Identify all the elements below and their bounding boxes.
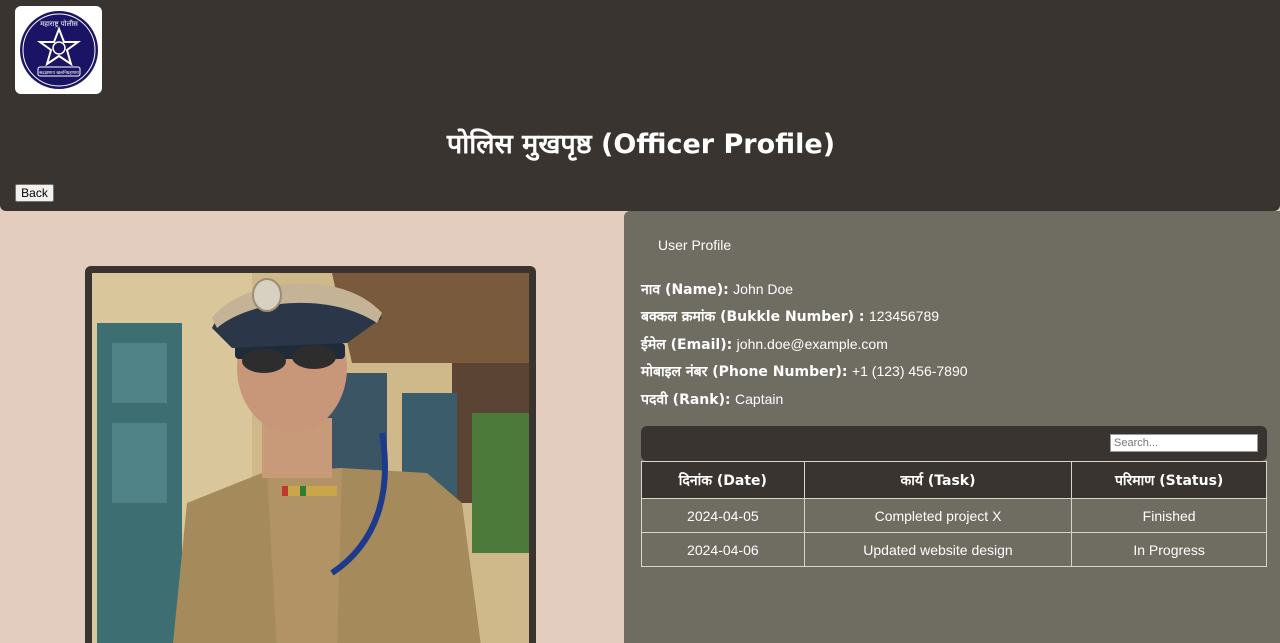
task-table: दिनांक (Date) कार्य (Task) परिमाण (Statu… xyxy=(641,461,1267,567)
name-value: John Doe xyxy=(733,281,794,297)
task-status-cell: In Progress xyxy=(1071,532,1267,567)
profile-panel: User Profile नाव (Name): John Doe बक्कल … xyxy=(624,211,1280,643)
name-row: नाव (Name): John Doe xyxy=(641,280,793,299)
rank-label: पदवी (Rank): xyxy=(641,392,731,408)
table-header-row: दिनांक (Date) कार्य (Task) परिमाण (Statu… xyxy=(641,461,1267,499)
column-header-task[interactable]: कार्य (Task) xyxy=(803,461,1073,499)
task-date-cell: 2024-04-05 xyxy=(641,498,805,533)
police-emblem-icon: महाराष्ट्र पोलीस सद्रक्षणाय खलनिग्रहणाय xyxy=(19,11,98,89)
email-label: ईमेल (Email): xyxy=(641,337,733,353)
back-button[interactable]: Back xyxy=(15,184,54,202)
buckle-number-label: बक्कल क्रमांक (Bukkle Number) : xyxy=(641,309,865,325)
officer-photo xyxy=(92,273,529,643)
rank-value: Captain xyxy=(735,391,784,407)
email-row: ईमेल (Email): john.doe@example.com xyxy=(641,335,888,354)
top-header: महाराष्ट्र पोलीस सद्रक्षणाय खलनिग्रहणाय … xyxy=(0,0,1280,211)
table-row: 2024-04-06 Updated website design In Pro… xyxy=(641,532,1267,567)
task-status-cell: Finished xyxy=(1071,498,1267,533)
table-row: 2024-04-05 Completed project X Finished xyxy=(641,498,1267,533)
rank-row: पदवी (Rank): Captain xyxy=(641,390,783,409)
table-search-bar xyxy=(641,426,1267,461)
svg-text:महाराष्ट्र पोलीस: महाराष्ट्र पोलीस xyxy=(40,19,78,28)
profile-heading: User Profile xyxy=(658,237,732,253)
police-logo: महाराष्ट्र पोलीस सद्रक्षणाय खलनिग्रहणाय xyxy=(15,6,102,94)
officer-photo-frame xyxy=(85,266,536,643)
phone-row: मोबाइल नंबर (Phone Number): +1 (123) 456… xyxy=(641,362,968,381)
buckle-number-row: बक्कल क्रमांक (Bukkle Number) : 12345678… xyxy=(641,307,939,326)
buckle-number-value: 123456789 xyxy=(868,308,940,324)
photo-panel xyxy=(0,211,624,643)
task-date-cell: 2024-04-06 xyxy=(641,532,805,567)
column-header-date[interactable]: दिनांक (Date) xyxy=(641,461,805,499)
column-header-status[interactable]: परिमाण (Status) xyxy=(1071,461,1267,499)
task-name-cell: Completed project X xyxy=(803,498,1073,533)
page-title: पोलिस मुखपृष्ठ (Officer Profile) xyxy=(446,129,836,160)
svg-text:सद्रक्षणाय खलनिग्रहणाय: सद्रक्षणाय खलनिग्रहणाय xyxy=(39,69,79,76)
task-name-cell: Updated website design xyxy=(803,532,1073,567)
phone-label: मोबाइल नंबर (Phone Number): xyxy=(641,364,848,380)
email-value: john.doe@example.com xyxy=(736,336,888,352)
search-input[interactable] xyxy=(1110,434,1258,452)
phone-value: +1 (123) 456-7890 xyxy=(851,363,968,379)
name-label: नाव (Name): xyxy=(641,282,729,298)
